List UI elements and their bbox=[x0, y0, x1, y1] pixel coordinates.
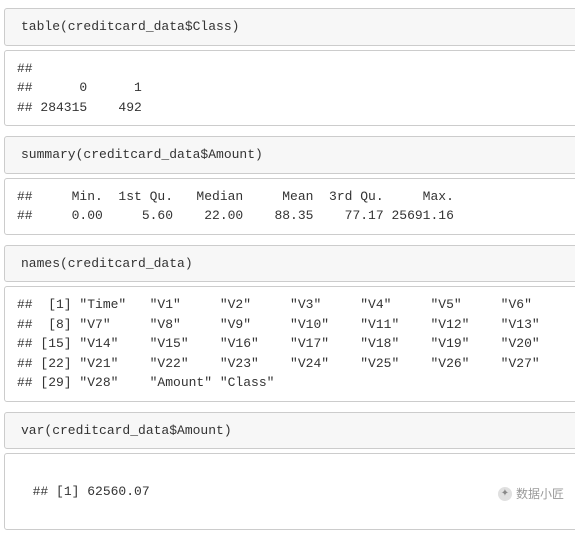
code-text: summary(creditcard_data$Amount) bbox=[21, 147, 263, 162]
code-cell-var: var(creditcard_data$Amount) bbox=[4, 412, 575, 450]
output-cell-table: ## ## 0 1 ## 284315 492 bbox=[4, 50, 575, 127]
output-text: ## [1] 62560.07 bbox=[33, 484, 150, 499]
code-text: var(creditcard_data$Amount) bbox=[21, 423, 232, 438]
code-text: table(creditcard_data$Class) bbox=[21, 19, 239, 34]
watermark: ✦ 数据小匠 bbox=[485, 467, 564, 521]
watermark-text: 数据小匠 bbox=[516, 487, 564, 501]
code-text: names(creditcard_data) bbox=[21, 256, 193, 271]
code-cell-summary: summary(creditcard_data$Amount) bbox=[4, 136, 575, 174]
code-cell-table: table(creditcard_data$Class) bbox=[4, 8, 575, 46]
watermark-icon: ✦ bbox=[498, 487, 512, 501]
output-cell-names: ## [1] "Time" "V1" "V2" "V3" "V4" "V5" "… bbox=[4, 286, 575, 402]
code-cell-names: names(creditcard_data) bbox=[4, 245, 575, 283]
output-cell-summary: ## Min. 1st Qu. Median Mean 3rd Qu. Max.… bbox=[4, 178, 575, 235]
output-cell-var: ## [1] 62560.07 ✦ 数据小匠 bbox=[4, 453, 575, 530]
